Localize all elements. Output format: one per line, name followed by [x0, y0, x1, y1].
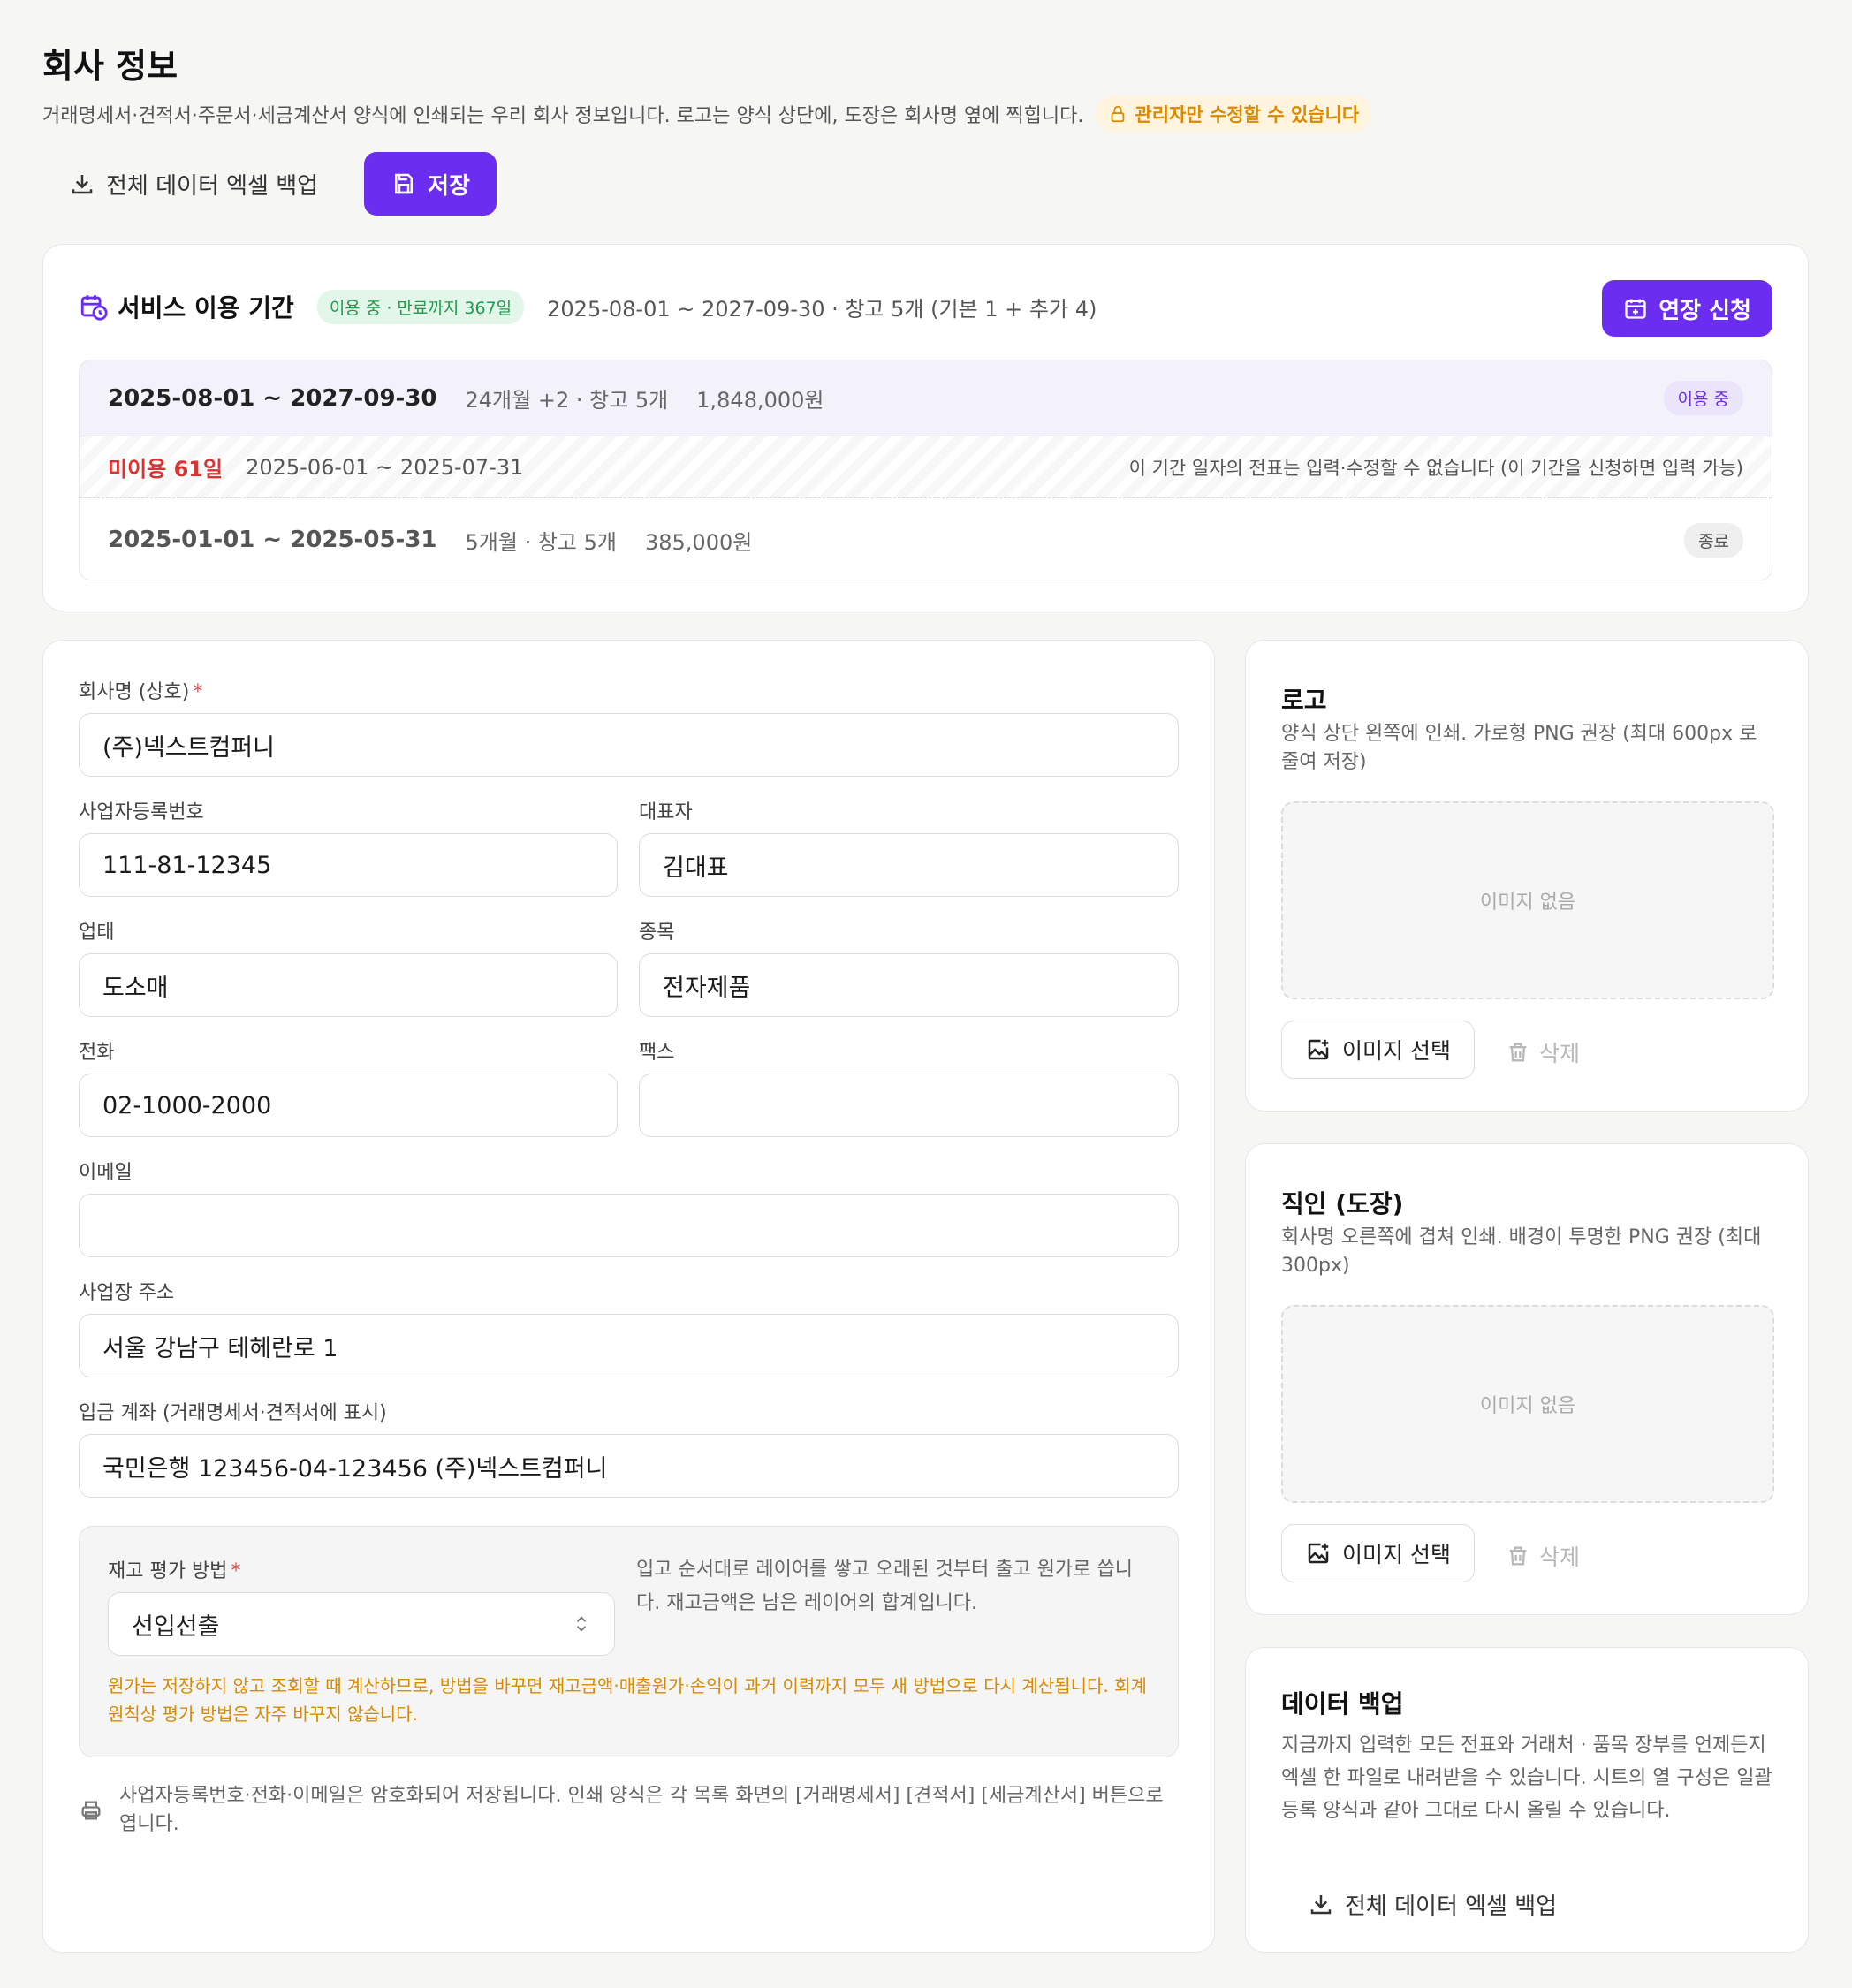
- seal-delete-label: 삭제: [1539, 1544, 1581, 1570]
- inventory-method-value: 선입선출: [132, 1612, 220, 1641]
- seal-card: 직인 (도장) 회사명 오른쪽에 겹쳐 인쇄. 배경이 투명한 PNG 권장 (…: [1245, 1143, 1809, 1615]
- printer-icon: [81, 1801, 101, 1820]
- fax-label: 팩스: [639, 1042, 675, 1064]
- backup-export-label: 전체 데이터 엑셀 백업: [1345, 1893, 1558, 1920]
- company-name-input[interactable]: (주)넥스트컴퍼니: [79, 713, 1179, 777]
- biz-type-label: 업태: [79, 922, 115, 944]
- download-icon: [1310, 1895, 1332, 1915]
- excel-backup-button[interactable]: 전체 데이터 엑셀 백업: [42, 152, 345, 216]
- biz-type-input[interactable]: 도소매: [79, 953, 618, 1017]
- seal-dropzone[interactable]: 이미지 없음: [1281, 1305, 1774, 1503]
- page-description: 거래명세서·견적서·주문서·세금계산서 양식에 인쇄되는 우리 회사 정보입니다…: [42, 105, 1084, 127]
- image-add-icon: [1308, 1039, 1329, 1060]
- service-period-card: 서비스 이용 기간 이용 중 · 만료까지 367일 2025-08-01 ~ …: [42, 244, 1809, 611]
- address-label: 사업장 주소: [79, 1282, 175, 1304]
- logo-card: 로고 양식 상단 왼쪽에 인쇄. 가로형 PNG 권장 (최대 600px 로 …: [1245, 640, 1809, 1112]
- period-row-unused: 미이용 61일 2025-06-01 ~ 2025-07-31 이 기간 일자의…: [80, 436, 1772, 498]
- period-price: 385,000원: [644, 529, 753, 555]
- excel-backup-label: 전체 데이터 엑셀 백업: [106, 172, 319, 200]
- footnote-text: 사업자등록번호·전화·이메일은 암호화되어 저장됩니다. 인쇄 양식은 각 목록…: [119, 1785, 1164, 1835]
- email-input[interactable]: [79, 1194, 1179, 1257]
- backup-description: 지금까지 입력한 모든 전표와 거래처 · 품목 장부를 언제든지 엑셀 한 파…: [1281, 1734, 1772, 1822]
- service-header: 서비스 이용 기간 이용 중 · 만료까지 367일 2025-08-01 ~ …: [79, 289, 1097, 324]
- save-icon: [395, 173, 414, 194]
- unused-range: 2025-06-01 ~ 2025-07-31: [246, 454, 524, 480]
- logo-delete-label: 삭제: [1539, 1041, 1581, 1066]
- logo-select-label: 이미지 선택: [1342, 1038, 1451, 1064]
- download-icon: [72, 175, 93, 194]
- admin-only-badge: 관리자만 수정할 수 있습니다: [1096, 95, 1372, 133]
- chevron-up-down-icon: [576, 1616, 587, 1632]
- seal-select-button[interactable]: 이미지 선택: [1281, 1524, 1475, 1582]
- logo-select-button[interactable]: 이미지 선택: [1281, 1021, 1475, 1079]
- backup-export-button[interactable]: 전체 데이터 엑셀 백업: [1281, 1878, 1583, 1931]
- extend-label: 연장 신청: [1658, 297, 1751, 324]
- account-input[interactable]: 국민은행 123456-04-123456 (주)넥스트컴퍼니: [79, 1434, 1179, 1498]
- save-button[interactable]: 저장: [364, 152, 497, 216]
- company-name-label: 회사명 (상호) *: [79, 681, 203, 703]
- trash-icon: [1509, 1546, 1527, 1566]
- top-toolbar: 전체 데이터 엑셀 백업 저장: [42, 152, 497, 216]
- seal-title: 직인 (도장): [1281, 1189, 1404, 1218]
- email-label: 이메일: [79, 1162, 133, 1184]
- seal-select-label: 이미지 선택: [1342, 1542, 1451, 1567]
- print-footnote: 사업자등록번호·전화·이메일은 암호화되어 저장됩니다. 인쇄 양식은 각 목록…: [79, 1782, 1183, 1839]
- page-title: 회사 정보: [42, 47, 178, 86]
- status-badge: 이용 중: [1663, 381, 1743, 415]
- admin-badge-label: 관리자만 수정할 수 있습니다: [1135, 104, 1360, 125]
- calendar-clock-icon: [80, 295, 108, 321]
- account-label: 입금 계좌 (거래명세서·견적서에 표시): [79, 1402, 387, 1424]
- image-add-icon: [1308, 1543, 1329, 1564]
- unused-days: 미이용 61일: [108, 457, 224, 482]
- service-summary: 2025-08-01 ~ 2027-09-30 · 창고 5개 (기본 1 + …: [547, 296, 1097, 322]
- period-row-ended: 2025-01-01 ~ 2025-05-31 5개월 · 창고 5개 385,…: [80, 498, 1772, 580]
- logo-dropzone[interactable]: 이미지 없음: [1281, 801, 1774, 999]
- unused-note: 이 기간 일자의 전표는 입력·수정할 수 없습니다 (이 기간을 신청하면 입…: [1128, 457, 1743, 479]
- biz-item-label: 종목: [639, 922, 675, 944]
- period-range: 2025-01-01 ~ 2025-05-31: [108, 527, 437, 553]
- period-meta: 24개월 +2 · 창고 5개: [465, 388, 669, 413]
- biz-no-input[interactable]: 111-81-12345: [79, 833, 618, 897]
- logo-title: 로고: [1281, 686, 1327, 715]
- trash-icon: [1509, 1043, 1527, 1062]
- ceo-input[interactable]: 김대표: [639, 833, 1179, 897]
- ceo-label: 대표자: [639, 801, 693, 823]
- period-meta: 5개월 · 창고 5개: [465, 529, 617, 555]
- service-status-badge: 이용 중 · 만료까지 367일: [316, 289, 525, 324]
- data-backup-card: 데이터 백업 지금까지 입력한 모든 전표와 거래처 · 품목 장부를 언제든지…: [1245, 1647, 1809, 1953]
- phone-input[interactable]: 02-1000-2000: [79, 1074, 618, 1137]
- company-info-page: 회사 정보 거래명세서·견적서·주문서·세금계산서 양식에 인쇄되는 우리 회사…: [0, 0, 1852, 1988]
- inventory-method-select[interactable]: 선입선출: [108, 1592, 615, 1656]
- inventory-method-label: 재고 평가 방법 *: [108, 1560, 241, 1582]
- seal-description: 회사명 오른쪽에 겹쳐 인쇄. 배경이 투명한 PNG 권장 (최대 300px…: [1281, 1226, 1762, 1277]
- logo-description: 양식 상단 왼쪽에 인쇄. 가로형 PNG 권장 (최대 600px 로 줄여 …: [1281, 723, 1757, 773]
- inventory-method-panel: 재고 평가 방법 * 선입선출 입고 순서대로 레이어를 쌓고 오래된 것부터 출…: [79, 1526, 1179, 1757]
- service-title: 서비스 이용 기간: [118, 293, 294, 322]
- seal-delete-button[interactable]: 삭제: [1506, 1540, 1580, 1572]
- biz-item-input[interactable]: 전자제품: [639, 953, 1179, 1017]
- company-form-card: 회사명 (상호) * (주)넥스트컴퍼니 사업자등록번호 111-81-12345…: [42, 640, 1215, 1953]
- lock-icon: [1112, 105, 1125, 123]
- phone-label: 전화: [79, 1042, 115, 1064]
- biz-no-label: 사업자등록번호: [79, 801, 204, 823]
- address-input[interactable]: 서울 강남구 테헤란로 1: [79, 1314, 1179, 1377]
- period-range: 2025-08-01 ~ 2027-09-30: [108, 384, 437, 412]
- fax-input[interactable]: [639, 1074, 1179, 1137]
- inventory-method-description: 입고 순서대로 레이어를 쌓고 오래된 것부터 출고 원가로 씁니다. 재고금액…: [636, 1559, 1133, 1614]
- period-price: 1,848,000원: [696, 388, 824, 413]
- status-badge: 종료: [1684, 522, 1743, 558]
- extend-button[interactable]: 연장 신청: [1602, 280, 1772, 337]
- period-list: 2025-08-01 ~ 2027-09-30 24개월 +2 · 창고 5개 …: [79, 360, 1772, 580]
- logo-delete-button[interactable]: 삭제: [1506, 1036, 1580, 1068]
- save-label: 저장: [428, 172, 470, 200]
- inventory-method-warning: 원가는 저장하지 않고 조회할 때 계산하므로, 방법을 바꾸면 재고금액·매출…: [108, 1675, 1147, 1725]
- calendar-plus-icon: [1625, 299, 1646, 319]
- period-row-active: 2025-08-01 ~ 2027-09-30 24개월 +2 · 창고 5개 …: [80, 360, 1772, 436]
- backup-title: 데이터 백업: [1281, 1689, 1404, 1719]
- page-subtitle: 거래명세서·견적서·주문서·세금계산서 양식에 인쇄되는 우리 회사 정보입니다…: [42, 95, 1372, 133]
